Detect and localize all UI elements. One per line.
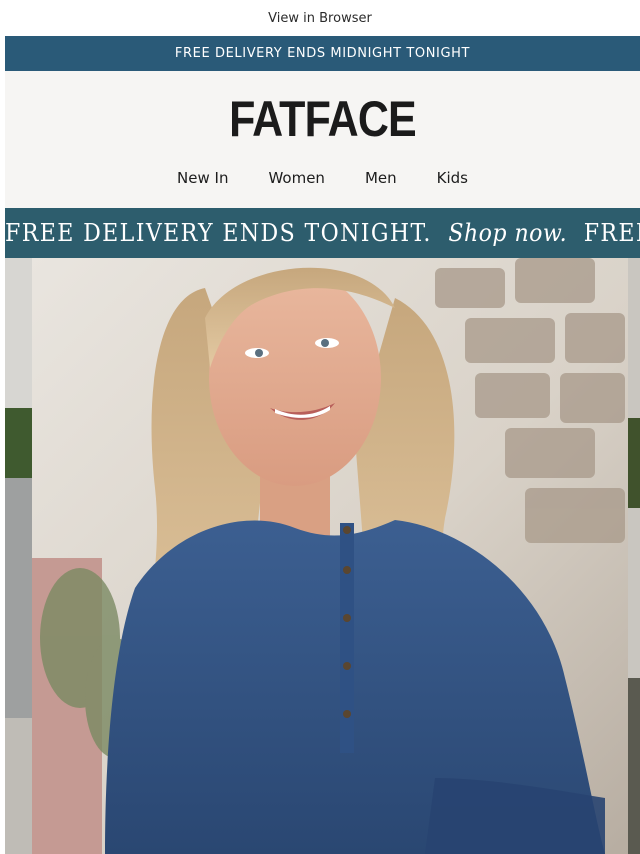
header: FATFACE New In Women Men Kids (5, 71, 640, 208)
nav-item-men[interactable]: Men (365, 169, 397, 187)
promo-bar-text: FREE DELIVERY ENDS MIDNIGHT TONIGHT (174, 46, 471, 61)
hero-image[interactable] (5, 258, 640, 854)
ticker-track: FREE DELIVERY ENDS TONIGHT. Shop now. FR… (5, 208, 640, 258)
promo-bar[interactable]: FREE DELIVERY ENDS MIDNIGHT TONIGHT (5, 36, 640, 71)
hero-photo (5, 258, 640, 854)
nav-item-women[interactable]: Women (268, 169, 324, 187)
nav-item-new-in[interactable]: New In (177, 169, 228, 187)
brand-logo[interactable]: FATFACE (49, 91, 595, 147)
delivery-ticker-banner[interactable]: FREE DELIVERY ENDS TONIGHT. Shop now. FR… (5, 208, 640, 258)
ticker-shop-now[interactable]: Shop now. (448, 219, 567, 247)
main-nav: New In Women Men Kids (5, 163, 640, 193)
nav-item-kids[interactable]: Kids (437, 169, 468, 187)
view-in-browser-link[interactable]: View in Browser (0, 0, 640, 36)
ticker-text: FREE DELIVERY ENDS TONIGHT. (5, 219, 432, 247)
ticker-text-repeat: FREE DELIVERY ENDS TONIGHT. (583, 219, 640, 247)
email-page: View in Browser FREE DELIVERY ENDS MIDNI… (0, 0, 640, 854)
